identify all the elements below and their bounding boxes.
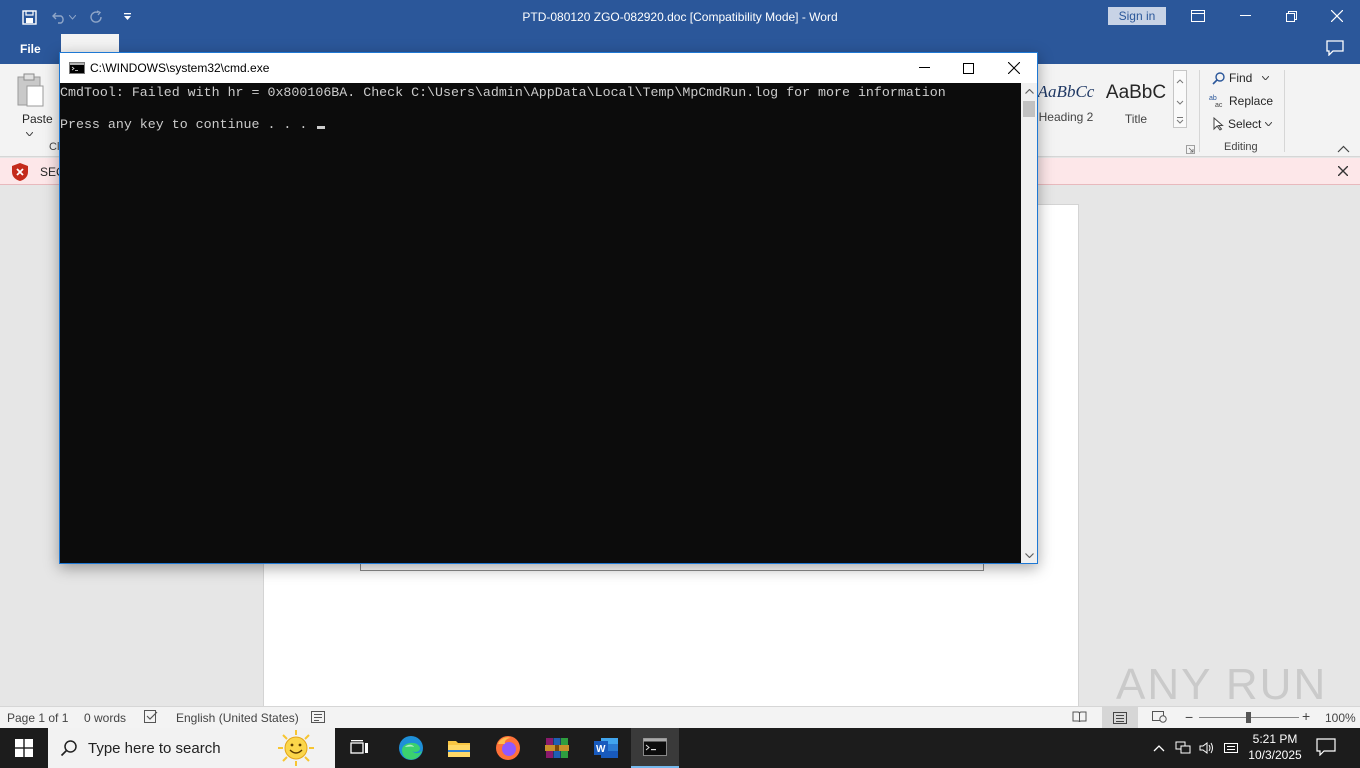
select-button[interactable]: Select bbox=[1212, 115, 1273, 133]
file-explorer-icon[interactable] bbox=[435, 728, 483, 768]
cursor-arrow-icon bbox=[1213, 117, 1224, 131]
minimize-icon[interactable] bbox=[1230, 4, 1260, 28]
sun-smiley-icon bbox=[278, 730, 314, 766]
cmd-app-icon bbox=[69, 62, 85, 74]
shield-error-icon bbox=[10, 162, 30, 182]
zoom-out-icon[interactable]: − bbox=[1185, 709, 1193, 725]
ribbon-display-options-icon[interactable] bbox=[1183, 4, 1213, 28]
read-mode-icon[interactable] bbox=[1072, 711, 1087, 726]
proofing-icon[interactable] bbox=[144, 710, 159, 726]
styles-gallery-scroll[interactable] bbox=[1173, 70, 1187, 128]
system-clock[interactable]: 5:21 PM 10/3/2025 bbox=[1240, 731, 1310, 763]
cmd-scrollbar[interactable] bbox=[1021, 83, 1037, 563]
paste-icon bbox=[17, 73, 44, 107]
cmd-title-bar[interactable]: C:\WINDOWS\system32\cmd.exe bbox=[60, 53, 1037, 83]
paste-dropdown-icon bbox=[26, 132, 33, 136]
console-line: CmdTool: Failed with hr = 0x800106BA. Ch… bbox=[60, 85, 946, 100]
cmd-window-title: C:\WINDOWS\system32\cmd.exe bbox=[90, 61, 270, 75]
restore-icon[interactable] bbox=[1276, 4, 1306, 28]
replace-icon: abac bbox=[1209, 95, 1223, 108]
winrar-icon[interactable] bbox=[533, 728, 581, 768]
cmd-taskbar-icon[interactable] bbox=[631, 728, 679, 768]
page-count[interactable]: Page 1 of 1 bbox=[7, 711, 68, 725]
show-hidden-icons-chevron-icon[interactable] bbox=[1150, 738, 1168, 758]
language-indicator[interactable]: English (United States) bbox=[176, 711, 299, 725]
find-button[interactable]: Find bbox=[1212, 69, 1270, 87]
cmd-window[interactable]: C:\WINDOWS\system32\cmd.exe CmdTool: Fai… bbox=[59, 52, 1038, 564]
clock-date: 10/3/2025 bbox=[1248, 748, 1302, 762]
paste-button[interactable]: Paste bbox=[8, 70, 53, 142]
input-method-icon[interactable] bbox=[1222, 738, 1240, 758]
search-icon bbox=[60, 740, 77, 757]
tab-file[interactable]: File bbox=[20, 42, 41, 56]
console-line: Press any key to continue . . . bbox=[60, 117, 1021, 133]
replace-button[interactable]: ab ac Replace bbox=[1209, 92, 1273, 110]
zoom-level[interactable]: 100% bbox=[1325, 711, 1356, 725]
taskbar: Type here to search W 5:21 PM 10/3/2025 bbox=[0, 728, 1360, 768]
close-icon[interactable] bbox=[1322, 4, 1352, 28]
sign-in-button[interactable]: Sign in bbox=[1108, 7, 1166, 25]
firefox-icon[interactable] bbox=[484, 728, 532, 768]
find-icon bbox=[1212, 71, 1225, 85]
minimize-icon[interactable] bbox=[901, 53, 947, 83]
svg-text:ac: ac bbox=[1215, 102, 1223, 108]
task-view-icon[interactable] bbox=[336, 728, 384, 768]
scroll-down-icon[interactable] bbox=[1021, 547, 1037, 563]
styles-dialog-launcher-icon[interactable] bbox=[1186, 143, 1195, 154]
notifications-icon[interactable] bbox=[1316, 738, 1338, 758]
network-icon[interactable] bbox=[1174, 738, 1192, 758]
print-layout-icon[interactable] bbox=[1102, 707, 1138, 728]
word-count[interactable]: 0 words bbox=[84, 711, 126, 725]
taskbar-search-box[interactable]: Type here to search bbox=[48, 728, 335, 768]
windows-start-icon[interactable] bbox=[0, 728, 48, 768]
svg-text:ab: ab bbox=[1209, 95, 1217, 102]
style-title[interactable]: AaBbC Title bbox=[1104, 72, 1168, 130]
collapse-ribbon-icon[interactable] bbox=[1337, 142, 1351, 153]
chevron-down-icon bbox=[1265, 122, 1273, 126]
maximize-icon[interactable] bbox=[945, 53, 991, 83]
close-icon[interactable] bbox=[1337, 163, 1349, 179]
scroll-thumb[interactable] bbox=[1023, 101, 1035, 117]
word-title-bar: PTD-080120 ZGO-082920.doc [Compatibility… bbox=[0, 0, 1360, 34]
chevron-down-icon bbox=[1262, 76, 1270, 80]
comments-icon[interactable] bbox=[1326, 40, 1346, 58]
word-app-icon[interactable]: W bbox=[582, 728, 630, 768]
console-output[interactable]: CmdTool: Failed with hr = 0x800106BA. Ch… bbox=[60, 83, 1021, 563]
web-layout-icon[interactable] bbox=[1152, 711, 1167, 726]
group-separator bbox=[1284, 70, 1285, 152]
group-separator bbox=[1199, 70, 1200, 152]
volume-icon[interactable] bbox=[1198, 738, 1216, 758]
search-placeholder: Type here to search bbox=[88, 740, 221, 757]
zoom-in-icon[interactable]: + bbox=[1302, 708, 1310, 724]
macro-recording-icon[interactable] bbox=[311, 711, 325, 726]
clipboard-group-label: Cl bbox=[49, 141, 60, 153]
clock-time: 5:21 PM bbox=[1252, 732, 1298, 746]
style-heading-2[interactable]: AaBbCc Heading 2 bbox=[1034, 72, 1098, 130]
editing-group-label: Editing bbox=[1224, 141, 1258, 153]
edge-browser-icon[interactable] bbox=[387, 728, 435, 768]
text-cursor bbox=[317, 126, 326, 129]
paste-label: Paste bbox=[22, 112, 53, 126]
zoom-slider-thumb[interactable] bbox=[1246, 712, 1251, 723]
svg-text:W: W bbox=[596, 744, 606, 755]
scroll-up-icon[interactable] bbox=[1021, 83, 1037, 99]
close-icon[interactable] bbox=[991, 53, 1037, 83]
anyrun-watermark-logo: ANY RUN bbox=[1116, 660, 1328, 709]
